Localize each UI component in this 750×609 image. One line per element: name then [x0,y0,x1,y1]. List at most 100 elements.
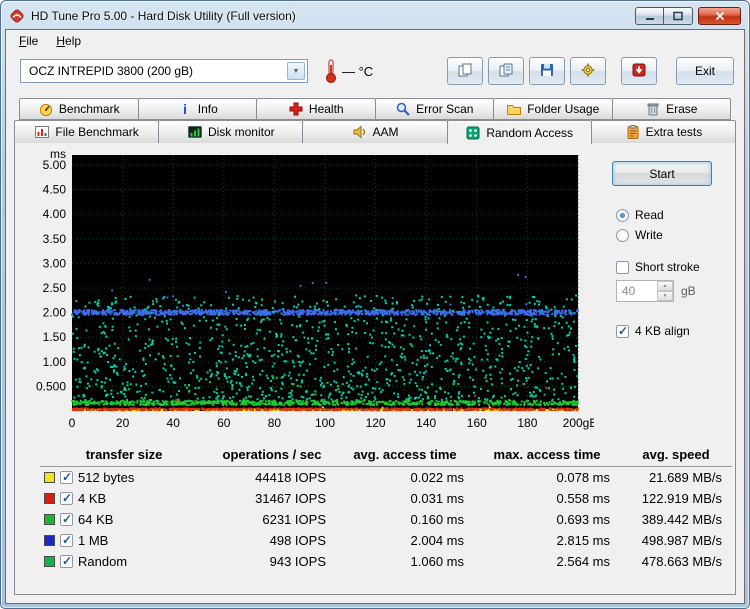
header-operations: operations / sec [208,444,336,467]
tab-error-scan[interactable]: Error Scan [374,98,494,120]
row-checkbox-0[interactable] [60,470,73,484]
tab-erase[interactable]: Erase [611,98,731,120]
svg-text:2.00: 2.00 [43,306,67,320]
trash-icon [645,101,661,117]
write-radio [616,228,629,242]
maximize-button[interactable] [664,7,693,25]
menu-file[interactable]: File [10,31,47,51]
short-stroke-size-spinner[interactable]: ▲ ▼ [616,280,674,302]
clipboard-icon [625,124,641,140]
options-button[interactable] [570,57,606,85]
tab-health[interactable]: Health [256,98,376,120]
svg-text:60: 60 [217,416,231,430]
svg-text:1.00: 1.00 [43,355,67,369]
tab-info[interactable]: i Info [137,98,257,120]
write-radio-label: Write [635,228,663,242]
chevron-down-icon[interactable]: ▼ [287,62,305,80]
disk-monitor-icon [187,124,203,140]
read-radio-label: Read [635,208,664,222]
app-icon [9,8,25,24]
short-stroke-row[interactable]: Short stroke [616,260,730,274]
row-swatch-1 [44,492,55,504]
update-button[interactable] [621,57,657,85]
svg-text:160: 160 [467,416,487,430]
copy-text-button[interactable] [488,57,524,85]
results-table: transfer size operations / sec avg. acce… [24,444,732,572]
row-checkbox-4[interactable] [60,554,73,568]
tab-extra-tests[interactable]: Extra tests [590,120,737,143]
row-avg-4: 1.060 ms [410,553,464,569]
row-avg-0: 0.022 ms [410,469,464,485]
write-radio-row[interactable]: Write [616,228,730,242]
short-stroke-size-row: ▲ ▼ gB [616,280,730,302]
window-title: HD Tune Pro 5.00 - Hard Disk Utility (Fu… [31,9,296,23]
save-icon [539,62,555,81]
results-header-row: transfer size operations / sec avg. acce… [40,444,732,467]
svg-text:0: 0 [69,416,76,430]
kb-align-row[interactable]: 4 KB align [616,324,730,338]
svg-text:5.00: 5.00 [43,158,67,172]
tab-disk-monitor[interactable]: Disk monitor [158,120,304,143]
menu-help[interactable]: Help [47,31,90,51]
tab-label: AAM [372,125,399,139]
download-arrow-icon [631,62,647,81]
gear-icon [580,62,596,81]
short-stroke-unit-label: gB [681,284,696,298]
tab-label: Error Scan [416,102,474,116]
tab-label: Disk monitor [207,125,275,139]
spinner-up-icon[interactable]: ▲ [657,281,673,291]
row-label-2: 64 KB [78,511,114,527]
short-stroke-size-input[interactable] [617,281,657,301]
header-transfer-size: transfer size [40,444,208,467]
menu-bar: File Help [6,30,744,52]
access-time-chart: ms 5.00 4.50 4.00 3.50 3.00 2.50 2.00 1.50 1.00 0.… [24,147,597,436]
save-button[interactable] [529,57,565,85]
svg-text:20: 20 [116,416,130,430]
svg-text:180: 180 [517,416,537,430]
svg-text:100: 100 [315,416,335,430]
table-row: 512 bytes 44418 IOPS 0.022 ms 0.078 ms 2… [40,467,732,488]
random-access-dice-icon [465,125,481,141]
table-row: Random 943 IOPS 1.060 ms 2.564 ms 478.66… [40,551,732,572]
row-checkbox-2[interactable] [60,512,73,526]
svg-text:2.50: 2.50 [43,281,67,295]
row-ops-1: 31467 IOPS [255,490,326,506]
drive-select[interactable]: OCZ INTREPID 3800 (200 gB) ▼ [20,59,308,83]
row-checkbox-1[interactable] [60,491,73,505]
tab-folder-usage[interactable]: Folder Usage [493,98,613,120]
table-row: 1 MB 498 IOPS 2.004 ms 2.815 ms 498.987 … [40,530,732,551]
tab-benchmark[interactable]: Benchmark [19,98,139,120]
row-label-0: 512 bytes [78,469,135,485]
tab-file-benchmark[interactable]: File Benchmark [14,120,160,143]
tab-label: Extra tests [645,125,703,139]
app-window: HD Tune Pro 5.00 - Hard Disk Utility (Fu… [0,0,750,609]
row-ops-3: 498 IOPS [269,532,326,548]
row-checkbox-3[interactable] [60,533,73,547]
spinner-down-icon[interactable]: ▼ [657,291,673,301]
tab-label: Erase [666,102,698,116]
tab-random-access[interactable]: Random Access [446,120,592,144]
svg-text:40: 40 [167,416,181,430]
row-speed-3: 498.987 MB/s [641,532,722,548]
row-swatch-2 [44,513,55,525]
minimize-button[interactable] [635,7,664,25]
temperature-value: — °C [342,63,374,79]
tab-control: Benchmark i Info Health Error Scan Folde… [6,92,744,144]
test-controls: Start Read Write Short stroke 40 ▲ ▼ gB … [594,149,730,436]
copy-screenshot-button[interactable] [447,57,483,85]
tab-aam[interactable]: AAM [302,120,448,143]
close-button[interactable] [698,7,741,25]
row-swatch-3 [44,534,55,546]
row-speed-1: 122.919 MB/s [641,490,722,506]
row-ops-0: 44418 IOPS [255,469,326,485]
start-button-label: Start [649,166,675,181]
start-button[interactable]: Start [612,161,712,186]
row-label-4: Random [78,553,128,569]
benchmark-icon [38,101,54,117]
read-radio-row[interactable]: Read [616,208,730,222]
copy-text-icon [498,62,514,81]
exit-button[interactable]: Exit [676,57,734,85]
row-max-4: 2.564 ms [556,553,610,569]
table-row: 64 KB 6231 IOPS 0.160 ms 0.693 ms 389.44… [40,509,732,530]
tab-label: Info [197,102,218,116]
